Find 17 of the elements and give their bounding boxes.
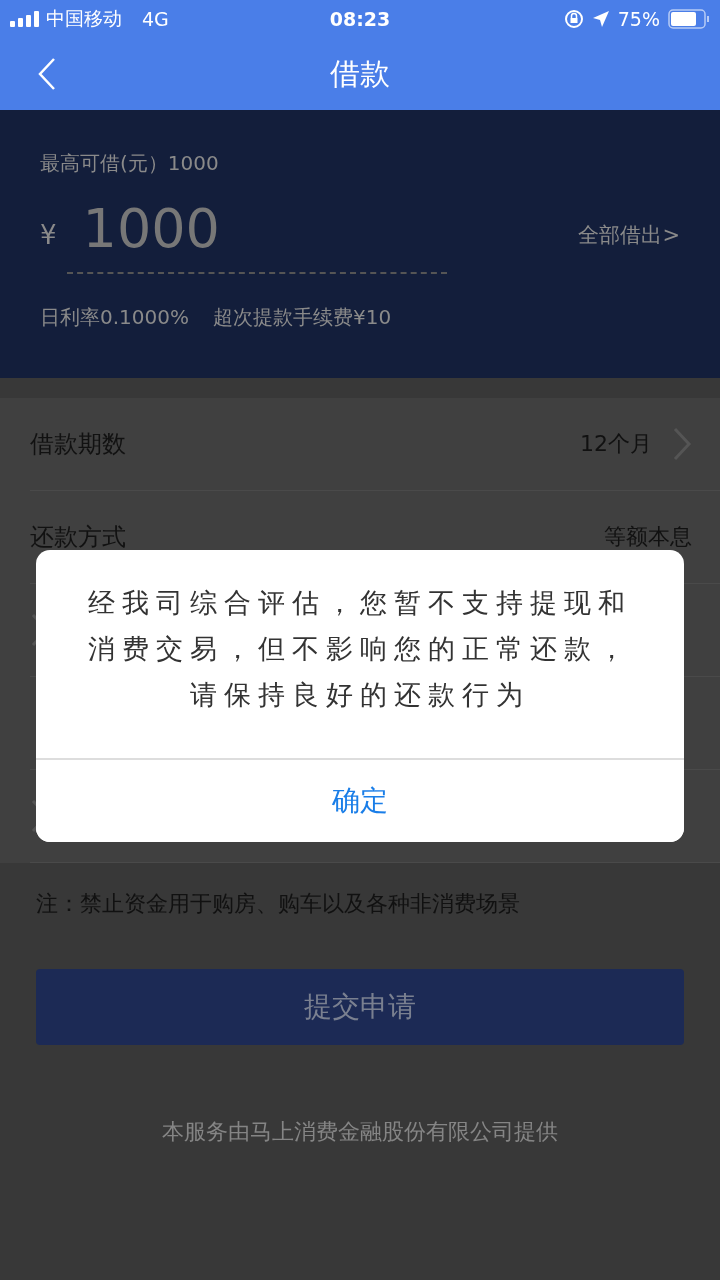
battery-percent: 75% — [617, 8, 660, 30]
rotation-lock-icon — [563, 9, 584, 29]
network-type: 4G — [142, 8, 169, 30]
carrier-name: 中国移动 — [46, 6, 122, 31]
submit-button[interactable]: 提交申请 — [36, 969, 684, 1045]
amount-field[interactable]: 1000 — [66, 195, 447, 274]
currency-symbol: ¥ — [40, 219, 57, 250]
credit-limit-label: 最高可借(元）1000 — [40, 150, 220, 177]
status-time: 08:23 — [329, 8, 391, 30]
signal-icon — [10, 11, 40, 27]
page-title: 借款 — [330, 54, 390, 93]
battery-icon — [668, 9, 710, 29]
fee-text: 超次提款手续费¥10 — [213, 304, 392, 331]
daily-rate-text: 日利率0.1000% — [40, 304, 189, 331]
location-arrow-icon — [591, 10, 610, 28]
provider-text: 本服务由马上消费金融股份有限公司提供 — [161, 1118, 559, 1146]
borrow-all-link[interactable]: 全部借出> — [578, 220, 680, 249]
